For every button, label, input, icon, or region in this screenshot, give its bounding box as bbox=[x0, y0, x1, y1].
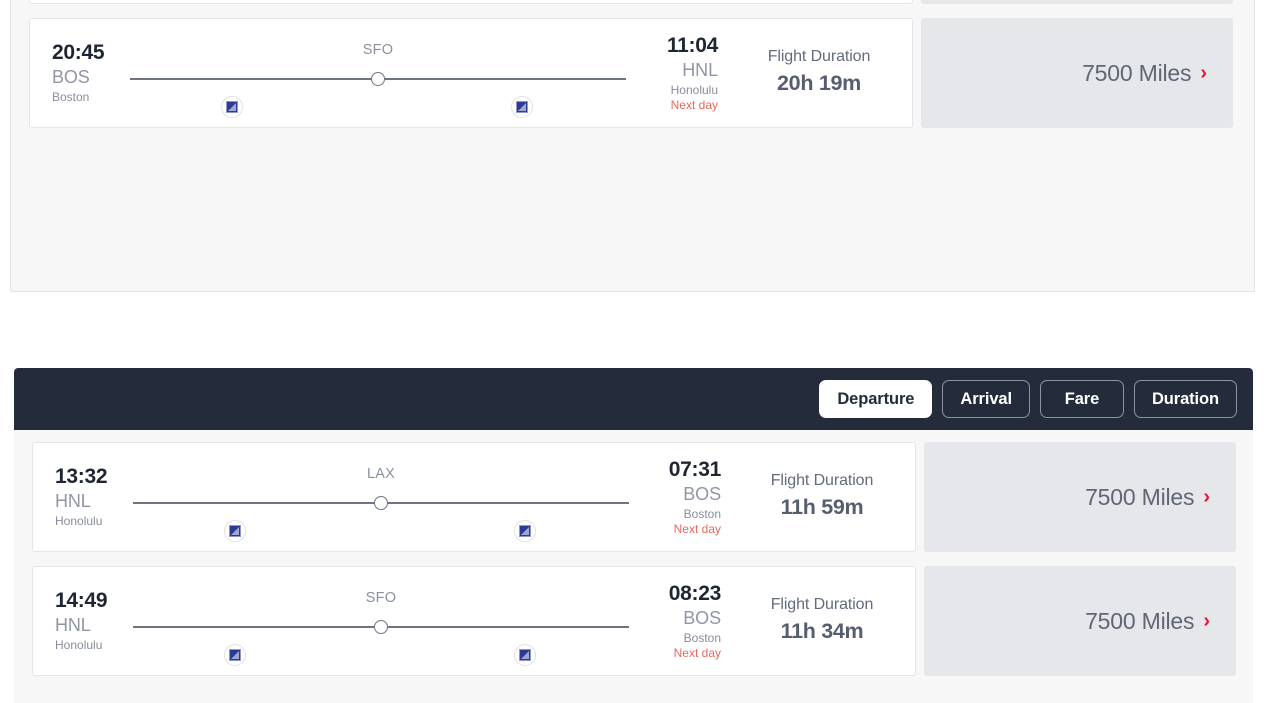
arrival-city: Boston bbox=[683, 506, 721, 521]
arrival-next-day-badge: Next day bbox=[673, 646, 721, 660]
arrival-endpoint: 07:31 BOS Boston Next day bbox=[633, 458, 729, 536]
departure-city: Boston bbox=[52, 90, 90, 105]
stopover-label: SFO bbox=[365, 590, 397, 606]
flight-results-page: 11:15BOSBostonSFO18:50HNLHonoluluFlight … bbox=[0, 0, 1270, 703]
flight-path: SFO bbox=[126, 0, 630, 4]
arrival-city: Boston bbox=[683, 630, 721, 645]
arrival-time: 08:23 bbox=[668, 581, 722, 605]
arrival-next-day-badge: Next day bbox=[670, 98, 718, 112]
sort-bar: Departure Arrival Fare Duration bbox=[14, 368, 1253, 430]
return-flight-list: 13:32 HNL Honolulu LAX 07:31 BOS Boston Next da… bbox=[14, 430, 1253, 676]
miles-amount: 7500 Miles bbox=[1085, 607, 1195, 634]
flight-row[interactable]: 14:49 HNL Honolulu SFO 08:23 BOS Boston Next da… bbox=[32, 566, 1236, 676]
flight-row[interactable]: 20:45 BOS Boston SFO 11:04 HNL Honolulu Next da… bbox=[29, 18, 1236, 128]
stopover-label: SFO bbox=[362, 42, 394, 58]
outbound-flight-list: 11:15BOSBostonSFO18:50HNLHonoluluFlight … bbox=[11, 0, 1254, 128]
carrier-logo-icon bbox=[223, 644, 246, 666]
flight-row[interactable]: 11:15BOSBostonSFO18:50HNLHonoluluFlight … bbox=[29, 0, 1236, 4]
miles-price-button[interactable]: 7500 Miles › bbox=[924, 566, 1236, 676]
sort-button-group: Departure Arrival Fare Duration bbox=[809, 380, 1237, 418]
stopover-dot-icon bbox=[371, 72, 385, 86]
arrival-airport-code: BOS bbox=[683, 607, 721, 628]
arrival-endpoint: 08:23 BOS Boston Next day bbox=[633, 582, 729, 660]
carrier-logo-icon bbox=[513, 520, 536, 542]
carrier-logo-icon bbox=[220, 96, 243, 118]
stopover-dot-icon bbox=[374, 496, 388, 510]
departure-time: 13:32 bbox=[55, 465, 108, 489]
departure-time: 20:45 bbox=[52, 41, 105, 65]
departure-time: 14:49 bbox=[55, 589, 108, 613]
sort-button-duration[interactable]: Duration bbox=[1133, 380, 1237, 418]
departure-endpoint: 13:32 HNL Honolulu bbox=[33, 465, 129, 528]
flight-duration-block: Flight Duration 11h 59m bbox=[729, 472, 915, 522]
flight-path: SFO bbox=[126, 18, 630, 128]
sort-button-arrival[interactable]: Arrival bbox=[942, 380, 1030, 418]
arrival-city: Honolulu bbox=[670, 82, 718, 97]
arrival-time: 11:04 bbox=[666, 33, 718, 57]
departure-city: Honolulu bbox=[55, 638, 103, 653]
chevron-right-icon: › bbox=[1203, 610, 1210, 632]
flight-duration-block: Flight Duration 20h 19m bbox=[726, 48, 912, 98]
departure-airport-code: HNL bbox=[55, 491, 91, 512]
flight-card[interactable]: 13:32 HNL Honolulu LAX 07:31 BOS Boston Next da… bbox=[32, 442, 916, 552]
carrier-logo-icon bbox=[510, 96, 533, 118]
flight-card[interactable]: 20:45 BOS Boston SFO 11:04 HNL Honolulu Next da… bbox=[29, 18, 913, 128]
flight-card[interactable]: 11:15BOSBostonSFO18:50HNLHonoluluFlight … bbox=[29, 0, 913, 4]
flight-duration-value: 11h 59m bbox=[780, 495, 864, 519]
return-results-panel: Departure Arrival Fare Duration 13:32 HNL Hon… bbox=[14, 368, 1253, 703]
miles-price-button[interactable]: 7500 Miles › bbox=[921, 18, 1233, 128]
arrival-airport-code: HNL bbox=[682, 59, 718, 80]
stopover-label: LAX bbox=[366, 466, 396, 482]
arrival-next-day-badge: Next day bbox=[673, 522, 721, 536]
flight-duration-block: Flight Duration 11h 34m bbox=[729, 596, 915, 646]
miles-amount: 7500 Miles bbox=[1082, 59, 1192, 86]
page-scrollbar[interactable] bbox=[1255, 0, 1270, 703]
departure-city: Honolulu bbox=[55, 514, 103, 529]
carrier-logo-icon bbox=[223, 520, 246, 542]
flight-duration-value: 11h 34m bbox=[780, 619, 864, 643]
outbound-results-panel: 11:15BOSBostonSFO18:50HNLHonoluluFlight … bbox=[10, 0, 1255, 292]
flight-duration-label: Flight Duration bbox=[767, 48, 871, 65]
flight-duration-label: Flight Duration bbox=[770, 596, 874, 613]
miles-amount: 7500 Miles bbox=[1085, 483, 1195, 510]
flight-duration-label: Flight Duration bbox=[770, 472, 874, 489]
arrival-endpoint: 11:04 HNL Honolulu Next day bbox=[630, 34, 726, 112]
departure-endpoint: 20:45 BOS Boston bbox=[30, 41, 126, 104]
flight-duration-value: 20h 19m bbox=[777, 71, 861, 95]
arrival-airport-code: BOS bbox=[683, 483, 721, 504]
miles-price-button[interactable]: 7500 Miles › bbox=[924, 442, 1236, 552]
flight-path: LAX bbox=[129, 442, 633, 552]
arrival-time: 07:31 bbox=[668, 457, 722, 481]
chevron-right-icon: › bbox=[1203, 486, 1210, 508]
stopover-dot-icon bbox=[374, 620, 388, 634]
flight-card[interactable]: 14:49 HNL Honolulu SFO 08:23 BOS Boston Next da… bbox=[32, 566, 916, 676]
sort-button-departure[interactable]: Departure bbox=[819, 380, 933, 418]
flight-path: SFO bbox=[129, 566, 633, 676]
chevron-right-icon: › bbox=[1200, 62, 1207, 84]
carrier-logo-icon bbox=[513, 644, 536, 666]
sort-button-fare[interactable]: Fare bbox=[1039, 380, 1124, 418]
departure-airport-code: HNL bbox=[55, 615, 91, 636]
flight-row[interactable]: 13:32 HNL Honolulu LAX 07:31 BOS Boston Next da… bbox=[32, 442, 1236, 552]
miles-price-button[interactable]: 7500 Miles› bbox=[921, 0, 1233, 4]
departure-airport-code: BOS bbox=[52, 67, 90, 88]
departure-endpoint: 14:49 HNL Honolulu bbox=[33, 589, 129, 652]
